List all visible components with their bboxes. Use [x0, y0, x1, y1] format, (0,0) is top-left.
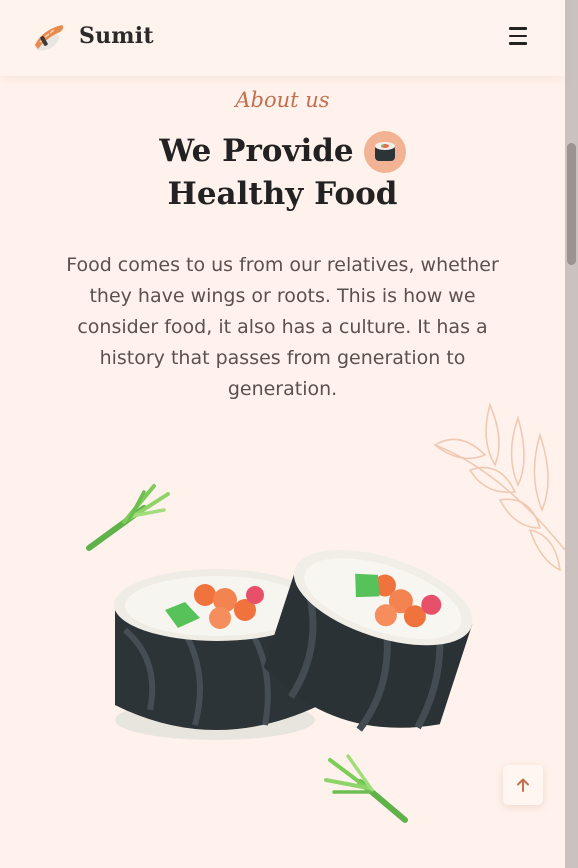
section-title: We Provide Healthy Food — [0, 130, 565, 216]
hamburger-menu-icon[interactable] — [506, 27, 530, 49]
site-header: Sumit — [0, 0, 565, 76]
scrollbar[interactable] — [565, 0, 578, 868]
section-eyebrow: About us — [235, 88, 330, 112]
back-to-top-button[interactable] — [503, 765, 543, 805]
scrollbar-thumb[interactable] — [567, 143, 576, 265]
nigiri-sushi-icon — [35, 25, 64, 51]
title-line-1: We Provide — [159, 133, 354, 169]
scallion-icon — [324, 754, 408, 823]
sushi-roll-icon — [363, 130, 406, 173]
title-line-2: Healthy Food — [167, 176, 398, 212]
logo-text: Sumit — [79, 23, 154, 49]
sushi-rolls-illustration — [114, 549, 473, 740]
section-description: Food comes to us from our relatives, whe… — [66, 254, 499, 400]
arrow-up-icon — [517, 778, 529, 792]
